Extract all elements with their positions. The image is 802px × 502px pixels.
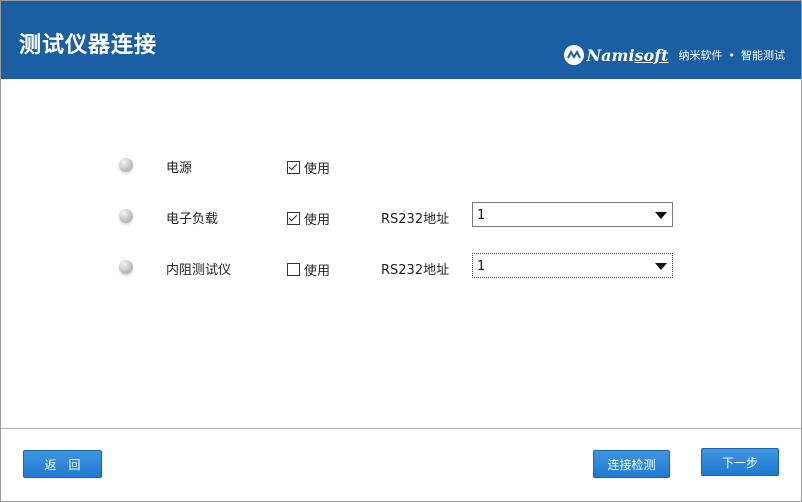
status-led-icon [119,209,133,223]
chevron-down-icon[interactable] [655,212,667,219]
checkbox-checked-icon[interactable] [287,212,300,225]
use-label: 使用 [304,162,331,177]
status-led-icon [119,260,133,274]
brand-separator: • [728,48,736,62]
use-checkbox-electronic-load[interactable]: 使用 [287,209,330,228]
rs232-address-label: RS232地址 [381,263,450,278]
back-button[interactable]: 返回 [23,450,102,478]
device-name: 电子负载 [166,212,219,227]
device-name: 内阻测试仪 [166,263,232,278]
use-checkbox-resistance-tester[interactable]: 使用 [287,260,330,279]
brand-name: Namisoft [586,45,669,65]
brand-tag-testing: 智能测试 [741,49,785,62]
brand: Namisoft 纳米软件 • 智能测试 [563,44,785,66]
checkbox-checked-icon[interactable] [287,161,300,174]
device-name: 电源 [166,161,193,176]
namisoft-logo-icon [563,45,584,65]
rs232-address-label: RS232地址 [381,212,450,227]
use-checkbox-power[interactable]: 使用 [287,158,330,177]
device-row-power: 电源 使用 [1,150,801,180]
page-title: 测试仪器连接 [19,33,158,58]
select-value: 1 [477,259,486,274]
status-led-icon [119,158,133,172]
device-row-electronic-load: 电子负载 使用 RS232地址 1 [1,201,801,231]
use-label: 使用 [304,264,331,279]
use-label: 使用 [304,213,331,228]
rs232-address-select-electronic-load[interactable]: 1 [472,202,673,227]
checkbox-unchecked-icon[interactable] [287,263,300,276]
connection-check-button[interactable]: 连接检测 [593,450,670,478]
select-value: 1 [477,208,486,223]
footer-bar: 返回 连接检测 下一步 [1,429,801,501]
next-step-button[interactable]: 下一步 [701,448,779,476]
chevron-down-icon[interactable] [655,263,667,270]
app-window: 测试仪器连接 Namisoft 纳米软件 • 智能测试 电源 使用 电子负载 使… [0,0,802,502]
brand-tag-software: 纳米软件 [678,49,723,62]
device-row-resistance-tester: 内阻测试仪 使用 RS232地址 1 [1,252,801,282]
rs232-address-select-resistance-tester[interactable]: 1 [472,253,673,278]
header-bar: 测试仪器连接 Namisoft 纳米软件 • 智能测试 [1,1,801,79]
